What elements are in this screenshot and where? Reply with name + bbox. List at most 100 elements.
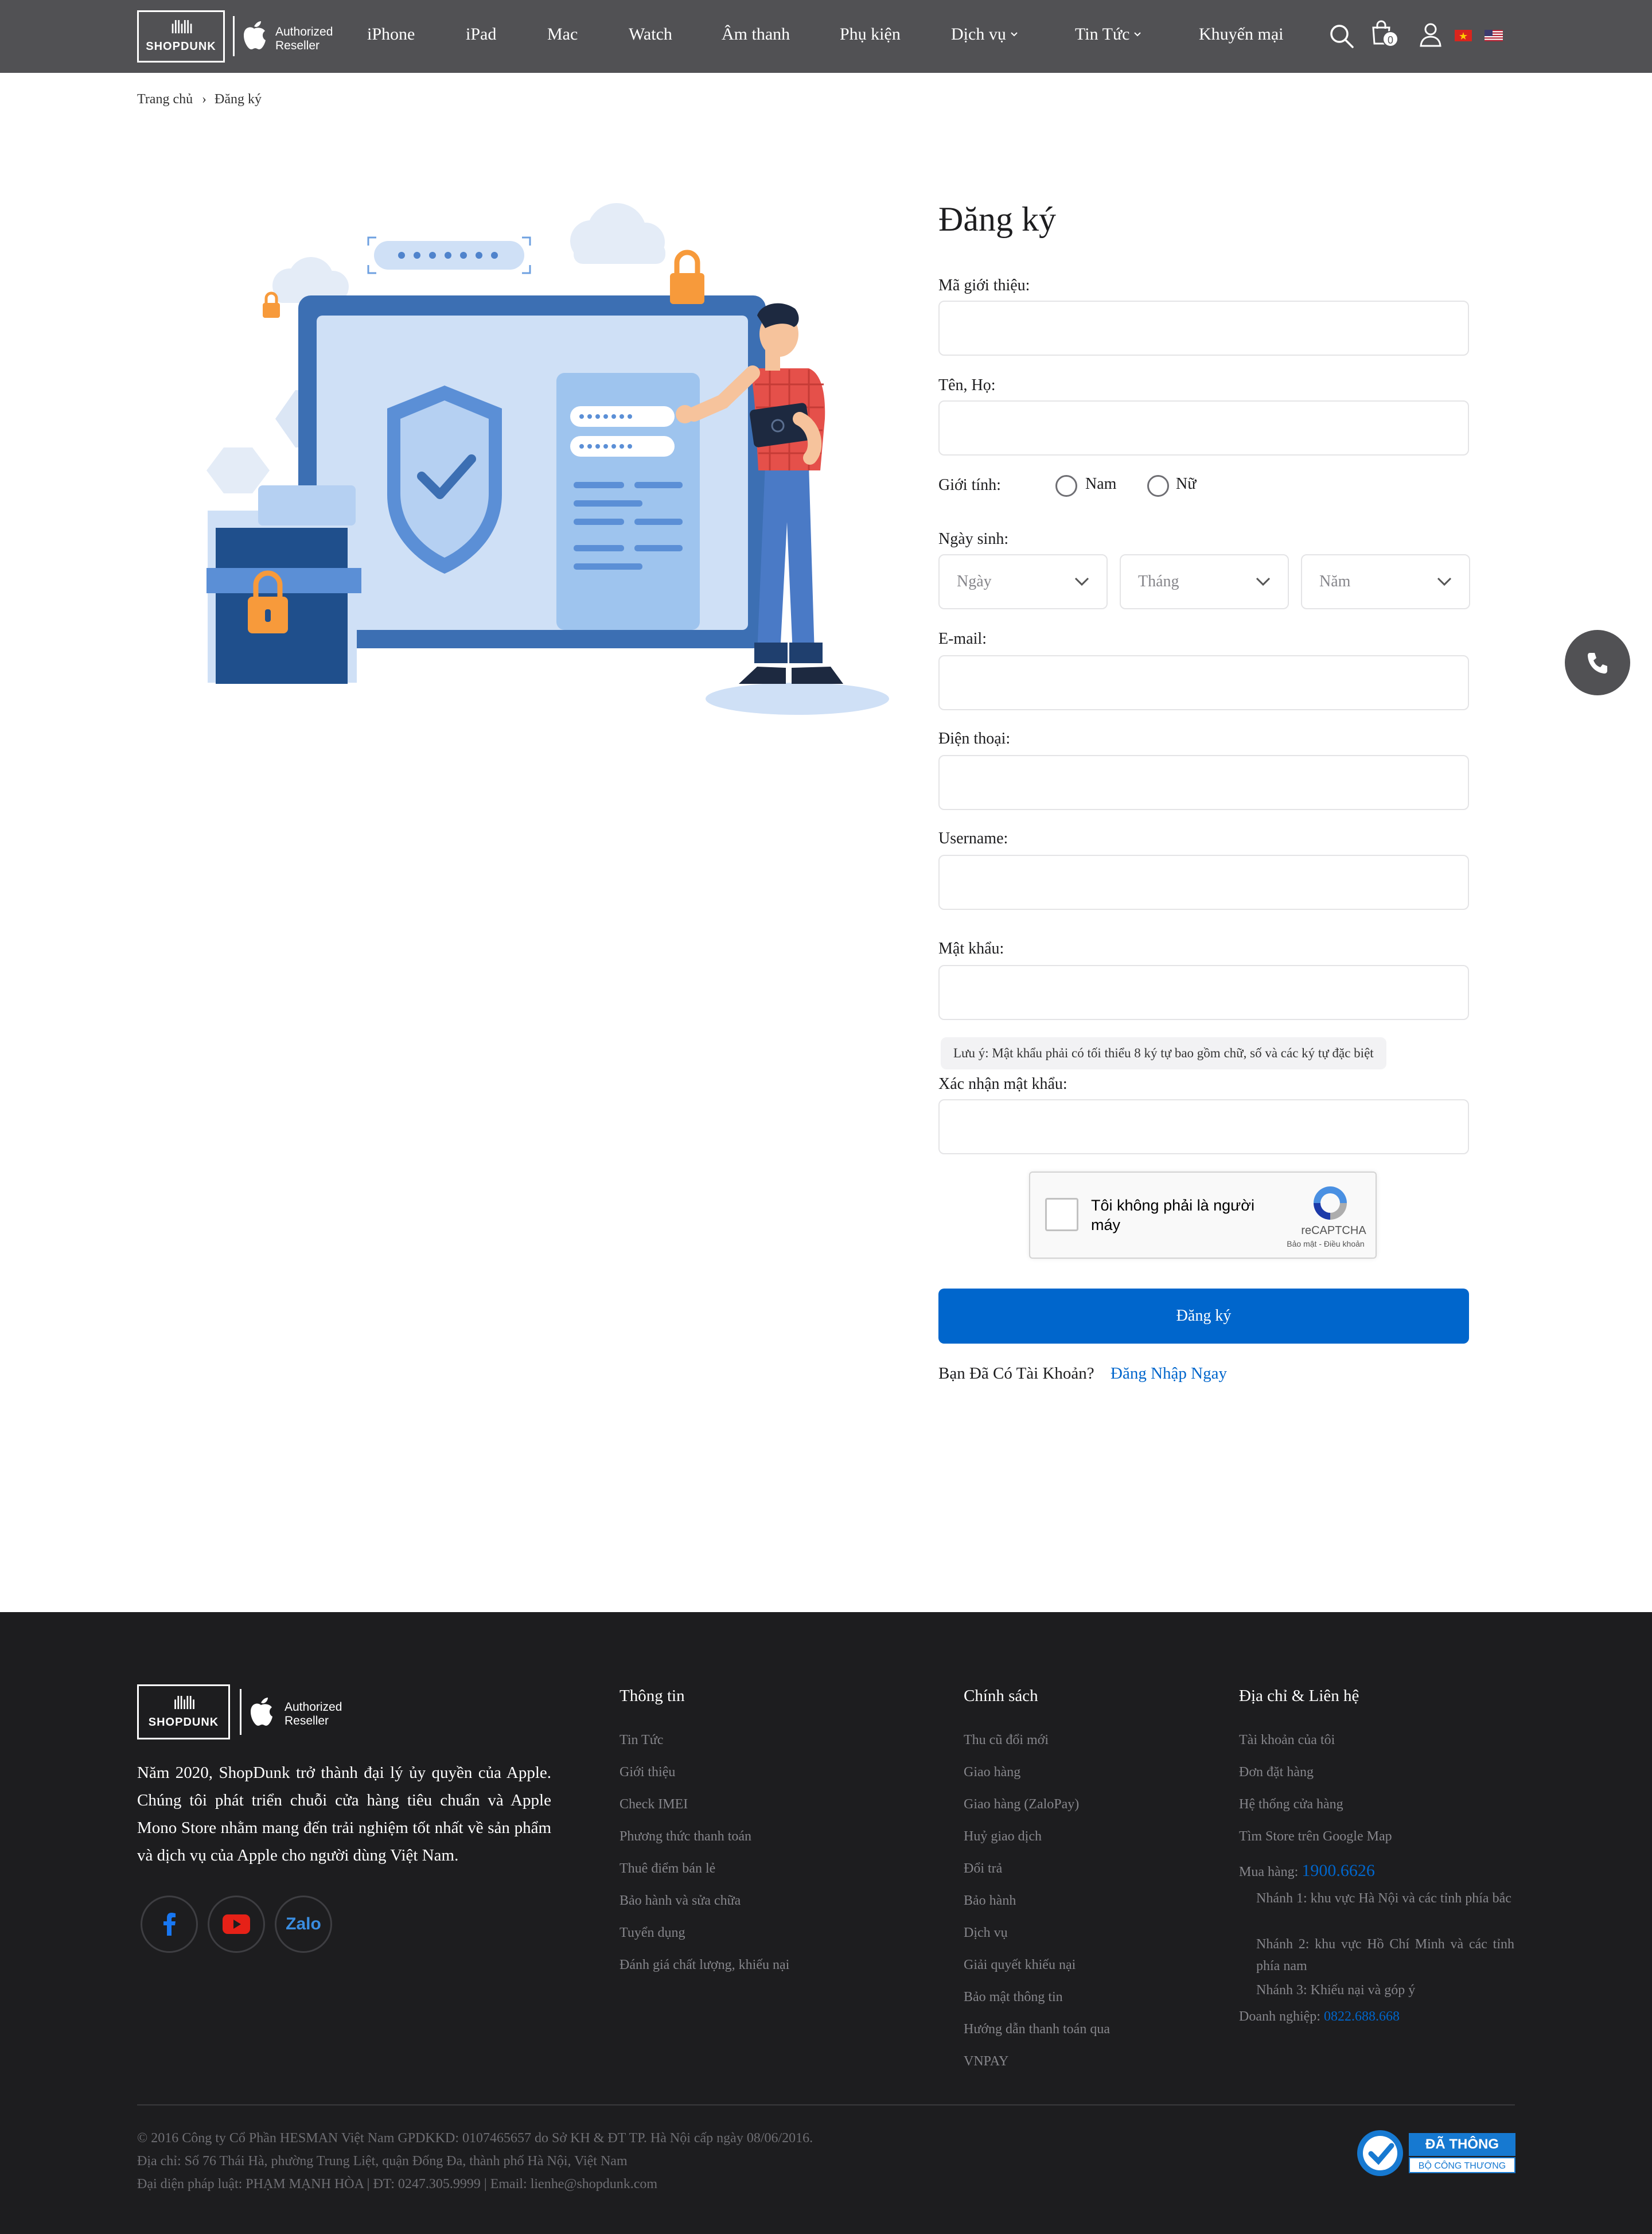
- zalo-button[interactable]: Zalo: [275, 1896, 332, 1953]
- checkmark-seal-icon: [1357, 2130, 1403, 2176]
- policy-link[interactable]: Bảo mật thông tin: [964, 1990, 1063, 2005]
- logo-wave-icon: ıllıllı: [170, 18, 193, 38]
- info-link[interactable]: Bảo hành và sửa chữa: [620, 1893, 741, 1909]
- footer-authorized-reseller: Authorized Reseller: [285, 1700, 342, 1728]
- user-icon[interactable]: [1419, 22, 1442, 47]
- business-hotline: Doanh nghiệp: 0822.688.668: [1239, 2009, 1400, 2025]
- hotline-branch-3: Nhánh 3: Khiếu nại và góp ý: [1256, 1983, 1416, 1998]
- gender-label: Giới tính:: [938, 476, 1001, 494]
- full-name-input[interactable]: [938, 400, 1469, 456]
- gender-female-label[interactable]: Nữ: [1176, 475, 1196, 493]
- referral-code-input[interactable]: [938, 301, 1469, 356]
- breadcrumb-current: Đăng ký: [215, 92, 262, 107]
- address-line: Địa chỉ: Số 76 Thái Hà, phường Trung Liệ…: [137, 2154, 628, 2169]
- gender-male-label[interactable]: Nam: [1085, 475, 1116, 493]
- apple-icon: [244, 21, 266, 49]
- info-link[interactable]: Phương thức thanh toán: [620, 1829, 751, 1844]
- policy-link[interactable]: Thu cũ đổi mới: [964, 1733, 1049, 1748]
- password-note: Lưu ý: Mật khẩu phải có tối thiểu 8 ký t…: [941, 1037, 1386, 1069]
- recaptcha-checkbox[interactable]: [1045, 1198, 1078, 1231]
- nav-promotions[interactable]: Khuyến mại: [1199, 23, 1283, 46]
- info-link[interactable]: Thuê điểm bán lẻ: [620, 1861, 715, 1877]
- policy-link[interactable]: Bảo hành: [964, 1893, 1016, 1909]
- zalo-icon: Zalo: [286, 1914, 321, 1933]
- policy-link[interactable]: Giao hàng (ZaloPay): [964, 1797, 1079, 1812]
- footer-logo-divider: [240, 1689, 241, 1735]
- birth-day-value: Ngày: [957, 573, 992, 590]
- info-link[interactable]: Đánh giá chất lượng, khiếu nại: [620, 1957, 789, 1973]
- nav-accessories[interactable]: Phụ kiện: [840, 23, 901, 46]
- nav-mac[interactable]: Mac: [547, 23, 578, 46]
- facebook-button[interactable]: [141, 1896, 198, 1953]
- vietnam-flag-icon[interactable]: [1455, 30, 1472, 41]
- badge-title: ĐÃ THÔNG BÁO: [1409, 2133, 1515, 2175]
- birth-month-select[interactable]: Tháng: [1120, 554, 1289, 609]
- contact-link[interactable]: Tài khoản của tôi: [1239, 1733, 1335, 1748]
- legal-rep-line: Đại diện pháp luật: PHẠM MẠNH HÒA | ĐT: …: [137, 2177, 658, 2192]
- info-link[interactable]: Tuyển dụng: [620, 1925, 685, 1941]
- nav-iphone[interactable]: iPhone: [367, 23, 415, 46]
- username-input[interactable]: [938, 855, 1469, 910]
- breadcrumb-home[interactable]: Trang chủ: [137, 92, 193, 107]
- nav-news[interactable]: Tin Tức: [1075, 23, 1141, 46]
- authorized-label: Authorized: [275, 25, 333, 38]
- confirm-password-input[interactable]: [938, 1099, 1469, 1154]
- policy-link[interactable]: VNPAY: [964, 2054, 1008, 2069]
- password-input[interactable]: [938, 965, 1469, 1020]
- policy-link[interactable]: Đổi trả: [964, 1861, 1002, 1877]
- nav-label: Mac: [547, 25, 578, 44]
- page-title: Đăng ký: [938, 200, 1056, 238]
- call-button[interactable]: [1565, 630, 1630, 695]
- shopdunk-logo[interactable]: ıllıllı SHOPDUNK: [137, 10, 225, 63]
- contact-link[interactable]: Đơn đặt hàng: [1239, 1765, 1314, 1780]
- youtube-button[interactable]: [208, 1896, 265, 1953]
- birth-date-label: Ngày sinh:: [938, 530, 1009, 548]
- info-link[interactable]: Tin Tức: [620, 1733, 663, 1748]
- nav-label: Tin Tức: [1075, 25, 1130, 44]
- policy-column-title: Chính sách: [964, 1687, 1038, 1705]
- chevron-down-icon: [1437, 577, 1452, 586]
- info-column-title: Thông tin: [620, 1687, 685, 1705]
- nav-audio[interactable]: Âm thanh: [722, 23, 790, 46]
- phone-input[interactable]: [938, 755, 1469, 810]
- birth-year-select[interactable]: Năm: [1301, 554, 1470, 609]
- recaptcha-terms[interactable]: Bảo mật - Điều khoản: [1277, 1239, 1374, 1248]
- logo-text: SHOPDUNK: [146, 40, 216, 53]
- nav-label: iPhone: [367, 25, 415, 44]
- register-button[interactable]: Đăng ký: [938, 1289, 1469, 1344]
- badge-subtitle: BỘ CÔNG THƯƠNG: [1409, 2157, 1515, 2173]
- confirm-password-label: Xác nhận mật khẩu:: [938, 1075, 1067, 1093]
- footer-divider: [137, 2104, 1515, 2105]
- policy-link[interactable]: Hướng dẫn thanh toán qua: [964, 2022, 1110, 2037]
- footer-shopdunk-logo[interactable]: ıllıllı SHOPDUNK: [137, 1684, 230, 1739]
- copyright-line: © 2016 Công ty Cổ Phần HESMAN Việt Nam G…: [137, 2131, 813, 2146]
- recaptcha-brand: reCAPTCHA: [1301, 1224, 1366, 1237]
- contact-link[interactable]: Hệ thống cửa hàng: [1239, 1797, 1343, 1812]
- breadcrumb-separator: ›: [202, 92, 206, 107]
- gender-female-radio[interactable]: [1147, 475, 1169, 497]
- info-link[interactable]: Giới thiệu: [620, 1765, 675, 1780]
- search-icon[interactable]: [1328, 23, 1355, 49]
- business-hotline-number[interactable]: 0822.688.668: [1324, 2009, 1400, 2024]
- email-label: E-mail:: [938, 630, 987, 648]
- nav-ipad[interactable]: iPad: [466, 23, 496, 46]
- have-account-text: Bạn Đã Có Tài Khoản?: [938, 1364, 1094, 1383]
- phone-icon: [1588, 653, 1607, 674]
- policy-link[interactable]: Dịch vụ: [964, 1925, 1008, 1941]
- info-link[interactable]: Check IMEI: [620, 1797, 688, 1812]
- contact-link[interactable]: Tìm Store trên Google Map: [1239, 1829, 1392, 1844]
- nav-watch[interactable]: Watch: [629, 23, 672, 46]
- policy-link[interactable]: Giao hàng: [964, 1765, 1020, 1780]
- policy-link[interactable]: Giải quyết khiếu nại: [964, 1957, 1076, 1973]
- security-illustration: [206, 203, 889, 715]
- ministry-registered-badge[interactable]: ĐÃ THÔNG BÁO BỘ CÔNG THƯƠNG: [1355, 2128, 1515, 2178]
- login-now-link[interactable]: Đăng Nhập Ngay: [1111, 1364, 1227, 1383]
- chevron-down-icon: [1256, 577, 1271, 586]
- usa-flag-icon[interactable]: [1485, 30, 1503, 41]
- buy-hotline-number[interactable]: 1900.6626: [1302, 1861, 1375, 1880]
- nav-services[interactable]: Dịch vụ: [951, 23, 1018, 46]
- birth-day-select[interactable]: Ngày: [938, 554, 1108, 609]
- policy-link[interactable]: Huỷ giao dịch: [964, 1829, 1042, 1844]
- email-input[interactable]: [938, 655, 1469, 710]
- gender-male-radio[interactable]: [1055, 475, 1077, 497]
